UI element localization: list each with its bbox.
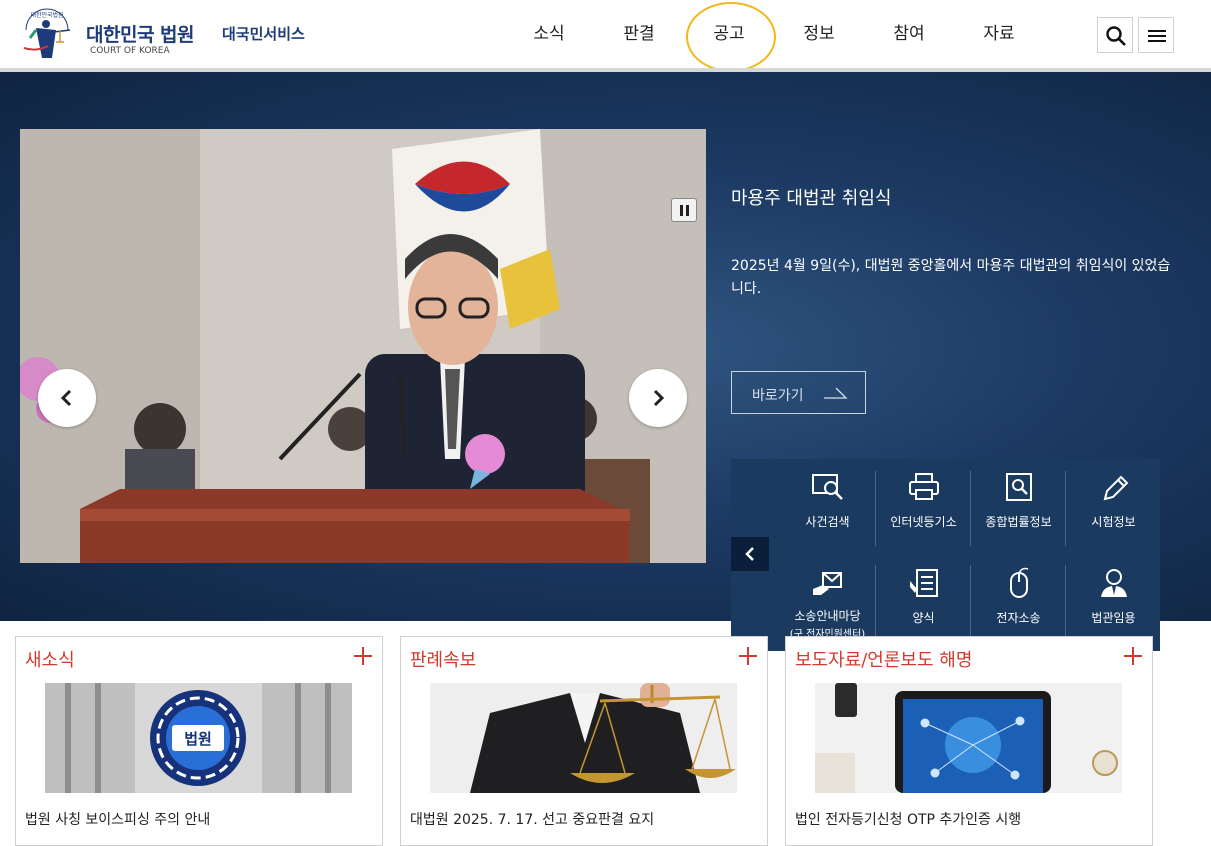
emblem-text: 대한민국법원 xyxy=(30,11,63,19)
emblem-badge-text: 법원 xyxy=(184,730,212,748)
nav-news[interactable]: 소식 xyxy=(504,0,594,68)
chevron-left-icon xyxy=(745,547,754,561)
tablet-network-image xyxy=(815,683,1122,793)
card-news: 새소식 법원 법원 사칭 보이스피싱 주의 안내 xyxy=(15,636,383,846)
quick-link-label: 사건검색 xyxy=(805,515,850,529)
case-search-icon xyxy=(812,474,843,500)
site-logo[interactable]: 대한민국법원 대한민국 법원 COURT OF KOREA 대국민서비스 xyxy=(16,8,316,62)
arrow-right-icon xyxy=(824,387,848,399)
card-caption[interactable]: 법인 전자등기신청 OTP 추가인증 시행 xyxy=(795,809,1021,829)
slide-prev-button[interactable] xyxy=(38,369,96,427)
goto-button[interactable]: 바로가기 xyxy=(731,371,866,414)
slide-pause-button[interactable] xyxy=(671,198,697,222)
site-header: 대한민국법원 대한민국 법원 COURT OF KOREA 대국민서비스 소식 … xyxy=(0,0,1211,72)
court-building-image: 법원 xyxy=(45,683,352,793)
quick-link-label: 소송안내마당 xyxy=(794,609,861,623)
main-nav: 소식 판결 공고 정보 참여 자료 xyxy=(504,0,1044,72)
quick-link-label: 법관임용 xyxy=(1091,611,1136,625)
envelope-hand-icon xyxy=(813,572,842,595)
logo-title: 대한민국 법원 xyxy=(86,24,195,46)
card-caption[interactable]: 대법원 2025. 7. 17. 선고 중요판결 요지 xyxy=(410,809,654,829)
quick-link-exam-info[interactable]: 시험정보 xyxy=(1066,459,1161,555)
quick-links-prev-button[interactable] xyxy=(731,537,769,571)
nav-judgments[interactable]: 판결 xyxy=(594,0,684,68)
nav-participation[interactable]: 참여 xyxy=(864,0,954,68)
hamburger-menu-icon xyxy=(1148,30,1166,42)
ceremony-photo-image xyxy=(20,129,706,563)
pen-icon xyxy=(1103,475,1129,501)
quick-link-label: 전자소송 xyxy=(996,611,1041,625)
quick-link-label: 양식 xyxy=(912,611,935,625)
card-caption[interactable]: 법원 사칭 보이스피싱 주의 안내 xyxy=(25,809,210,829)
slide-photo[interactable] xyxy=(20,129,706,563)
nav-information[interactable]: 정보 xyxy=(774,0,864,68)
justice-scales-image xyxy=(430,683,737,793)
card-title: 보도자료/언론보도 해명 xyxy=(795,650,973,671)
quick-link-case-search[interactable]: 사건검색 xyxy=(780,459,875,555)
nav-resources[interactable]: 자료 xyxy=(954,0,1044,68)
more-plus-icon[interactable] xyxy=(352,645,374,667)
card-image[interactable] xyxy=(815,683,1122,793)
printer-icon xyxy=(909,473,939,500)
quick-link-label: 시험정보 xyxy=(1091,515,1136,529)
logo-subtitle: COURT OF KOREA xyxy=(90,46,170,56)
hero-banner: 마용주 대법관 취임식 2025년 4월 9일(수), 대법원 중앙홀에서 마용… xyxy=(0,72,1211,651)
search-icon xyxy=(1106,26,1126,46)
quick-link-label: 인터넷등기소 xyxy=(890,515,957,529)
more-plus-icon[interactable] xyxy=(737,645,759,667)
form-icon xyxy=(910,569,938,597)
goto-label: 바로가기 xyxy=(752,388,804,404)
mouse-icon xyxy=(1010,567,1029,598)
quick-links-panel: 사건검색 인터넷등기소 종합법률정보 시험정보 소송안내마당 (구 전자민원센터… xyxy=(731,459,1160,651)
more-plus-icon[interactable] xyxy=(1122,645,1144,667)
card-press-release: 보도자료/언론보도 해명 법인 전자등기신청 OTP 추가인증 시행 xyxy=(785,636,1153,846)
card-title: 판례속보 xyxy=(410,650,477,671)
chevron-right-icon xyxy=(653,389,665,407)
quick-link-internet-registry[interactable]: 인터넷등기소 xyxy=(876,459,971,555)
card-precedent-news: 판례속보 대법원 2025. 7. 17. 선고 중요판결 요지 xyxy=(400,636,768,846)
quick-link-label: 종합법률정보 xyxy=(985,515,1052,529)
quick-link-legal-info[interactable]: 종합법률정보 xyxy=(971,459,1066,555)
card-image[interactable] xyxy=(430,683,737,793)
legal-info-icon xyxy=(1006,473,1032,501)
judge-icon xyxy=(1101,569,1127,597)
nav-notices[interactable]: 공고 xyxy=(684,0,776,72)
slide-title: 마용주 대법관 취임식 xyxy=(731,188,892,209)
card-title: 새소식 xyxy=(25,650,75,671)
chevron-left-icon xyxy=(60,389,72,407)
service-name: 대국민서비스 xyxy=(222,25,305,43)
card-image[interactable]: 법원 xyxy=(45,683,352,793)
slide-next-button[interactable] xyxy=(629,369,687,427)
court-emblem-icon: 대한민국법원 xyxy=(23,8,71,58)
search-button[interactable] xyxy=(1097,17,1133,53)
menu-button[interactable] xyxy=(1138,17,1174,53)
slide-description: 2025년 4월 9일(수), 대법원 중앙홀에서 마용주 대법관의 취임식이 … xyxy=(731,258,1171,297)
